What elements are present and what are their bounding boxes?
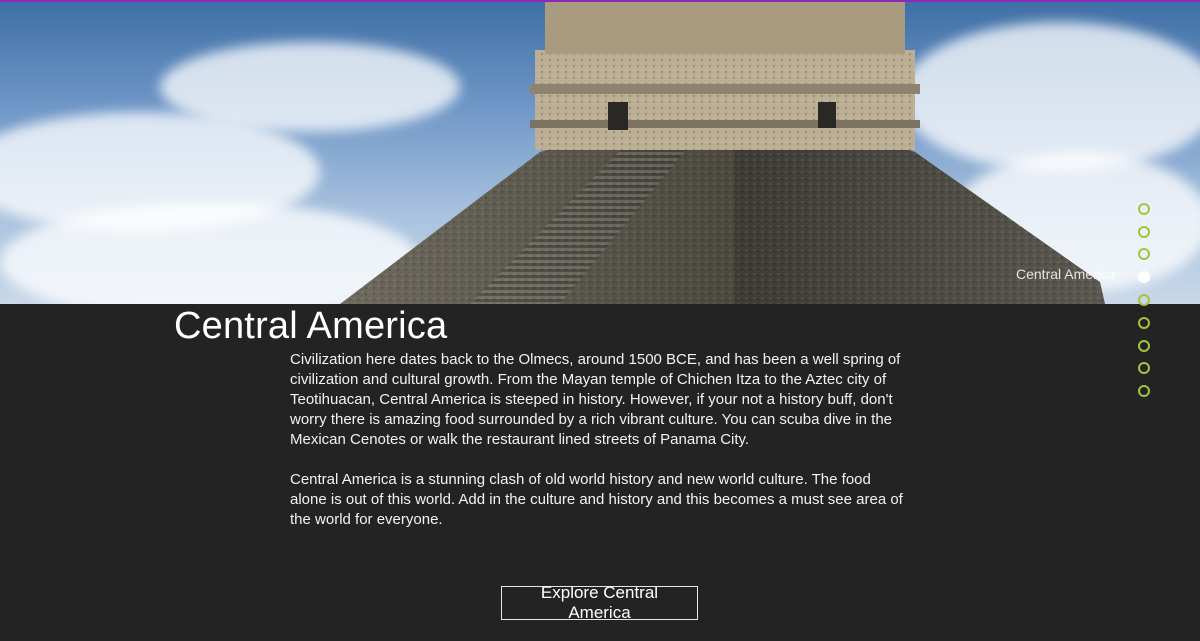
nav-dot[interactable] [1138, 385, 1150, 397]
nav-dot[interactable] [1138, 294, 1150, 306]
nav-dot[interactable] [1138, 362, 1150, 374]
nav-dot[interactable] [1138, 340, 1150, 352]
description-paragraph: Civilization here dates back to the Olme… [290, 351, 901, 448]
nav-dot-active[interactable] [1138, 271, 1150, 283]
nav-dot[interactable] [1138, 226, 1150, 238]
explore-button[interactable]: Explore Central America [501, 583, 698, 622]
nav-dot[interactable] [1138, 317, 1150, 329]
nav-dot[interactable] [1138, 203, 1150, 215]
page-title: Central America [174, 305, 448, 347]
description: Civilization here dates back to the Olme… [290, 350, 905, 550]
nav-dot-label: Central America [1016, 266, 1116, 282]
nav-dot[interactable] [1138, 248, 1150, 260]
pyramid-illustration [340, 2, 1105, 304]
hero-image [0, 2, 1200, 304]
description-paragraph: Central America is a stunning clash of o… [290, 471, 903, 528]
